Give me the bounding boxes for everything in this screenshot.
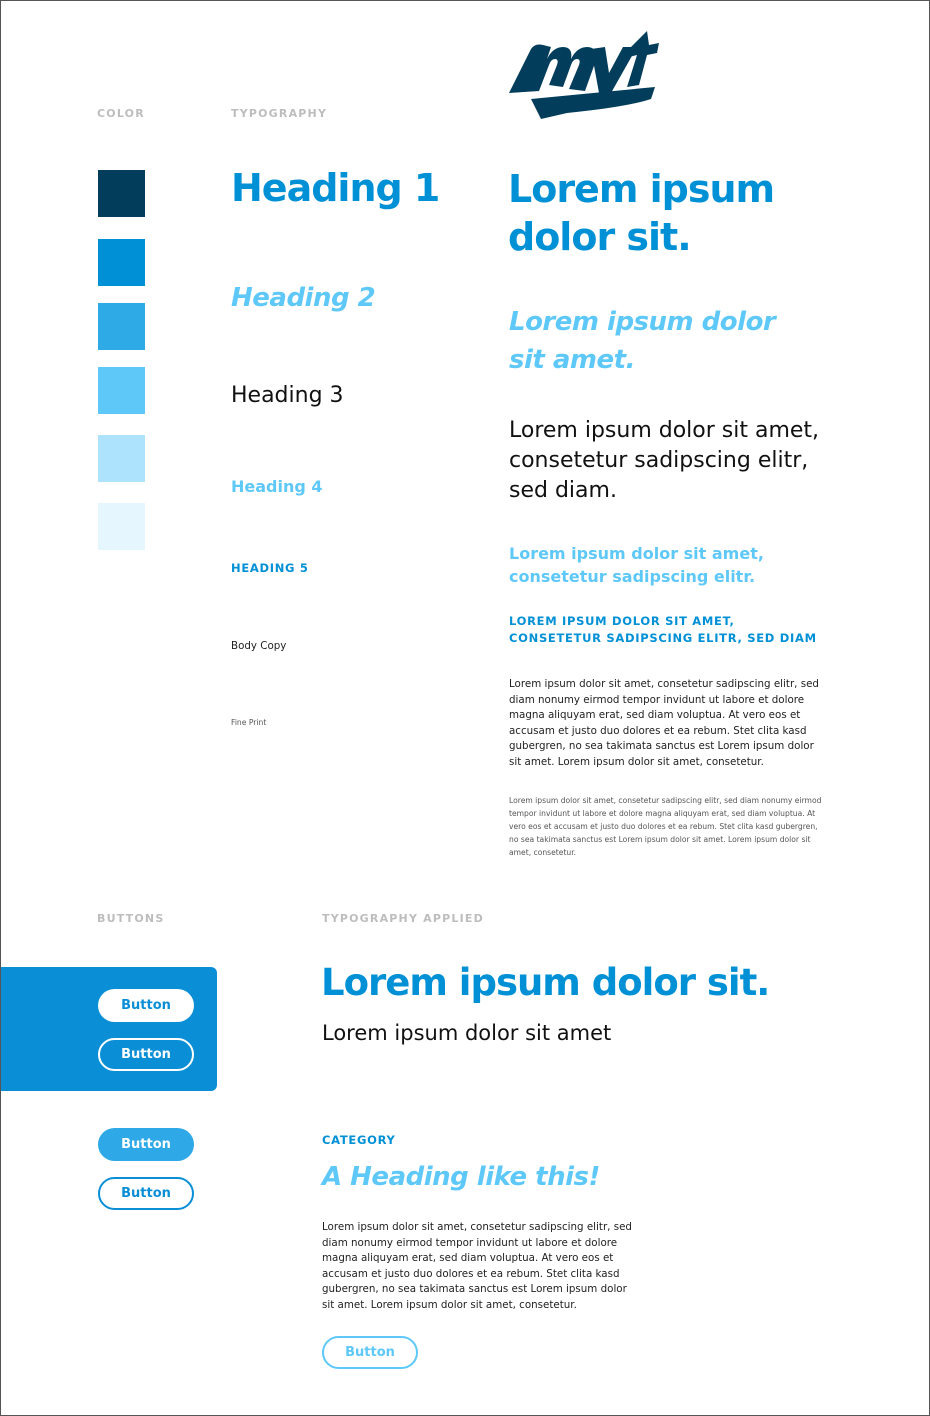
section-label-buttons: BUTTONS (97, 912, 165, 925)
mvt-logo-icon (509, 31, 659, 119)
typography-sample-fine-print: Lorem ipsum dolor sit amet, consetetur s… (509, 796, 822, 857)
typography-sample-heading-3: Lorem ipsum dolor sit amet, consetetur s… (509, 418, 820, 503)
applied-button[interactable]: Button (322, 1336, 418, 1369)
typography-sample-heading-5: LOREM IPSUM DOLOR SIT AMET, CONSETETUR S… (509, 614, 817, 645)
color-swatch-faint-blue (98, 503, 145, 550)
color-swatch-pale-blue (98, 435, 145, 482)
color-swatch-light-blue (98, 367, 145, 414)
typography-sample-heading-1: Lorem ipsum dolor sit. (508, 167, 775, 259)
style-guide-page: COLOR TYPOGRAPHY Heading 1 Heading 2 Hea… (0, 0, 930, 1416)
buttons-on-blue-panel: Button Button (1, 967, 217, 1091)
applied-category: CATEGORY (322, 1133, 396, 1147)
typography-label-fine-print: Fine Print (231, 718, 267, 727)
typography-label-body-copy: Body Copy (231, 640, 287, 652)
button-outline-blue[interactable]: Button (98, 1177, 194, 1210)
button-outline-white[interactable]: Button (98, 1038, 194, 1071)
typography-label-heading-1: Heading 1 (231, 166, 440, 210)
typography-sample-heading-2: Lorem ipsum dolor sit amet. (509, 307, 776, 375)
color-swatch-navy (98, 170, 145, 217)
typography-sample-heading-4: Lorem ipsum dolor sit amet, consetetur s… (509, 544, 764, 586)
typography-label-heading-4: Heading 4 (231, 477, 323, 496)
typography-label-heading-2: Heading 2 (231, 283, 376, 313)
section-label-typography-applied: TYPOGRAPHY APPLIED (322, 912, 484, 925)
typography-label-heading-5: HEADING 5 (231, 561, 309, 575)
section-label-typography: TYPOGRAPHY (231, 107, 328, 120)
section-label-color: COLOR (97, 107, 145, 120)
button-filled-blue[interactable]: Button (98, 1128, 194, 1161)
typography-sample-body-copy: Lorem ipsum dolor sit amet, consetetur s… (509, 678, 819, 768)
applied-title: Lorem ipsum dolor sit. (321, 961, 770, 1004)
button-solid-white[interactable]: Button (98, 989, 194, 1022)
applied-heading: A Heading like this! (322, 1162, 600, 1192)
applied-subtitle: Lorem ipsum dolor sit amet (322, 1021, 612, 1045)
color-swatch-primary-blue (98, 239, 145, 286)
applied-body: Lorem ipsum dolor sit amet, consetetur s… (322, 1221, 632, 1311)
color-swatch-medium-blue (98, 303, 145, 350)
typography-label-heading-3: Heading 3 (231, 383, 344, 408)
